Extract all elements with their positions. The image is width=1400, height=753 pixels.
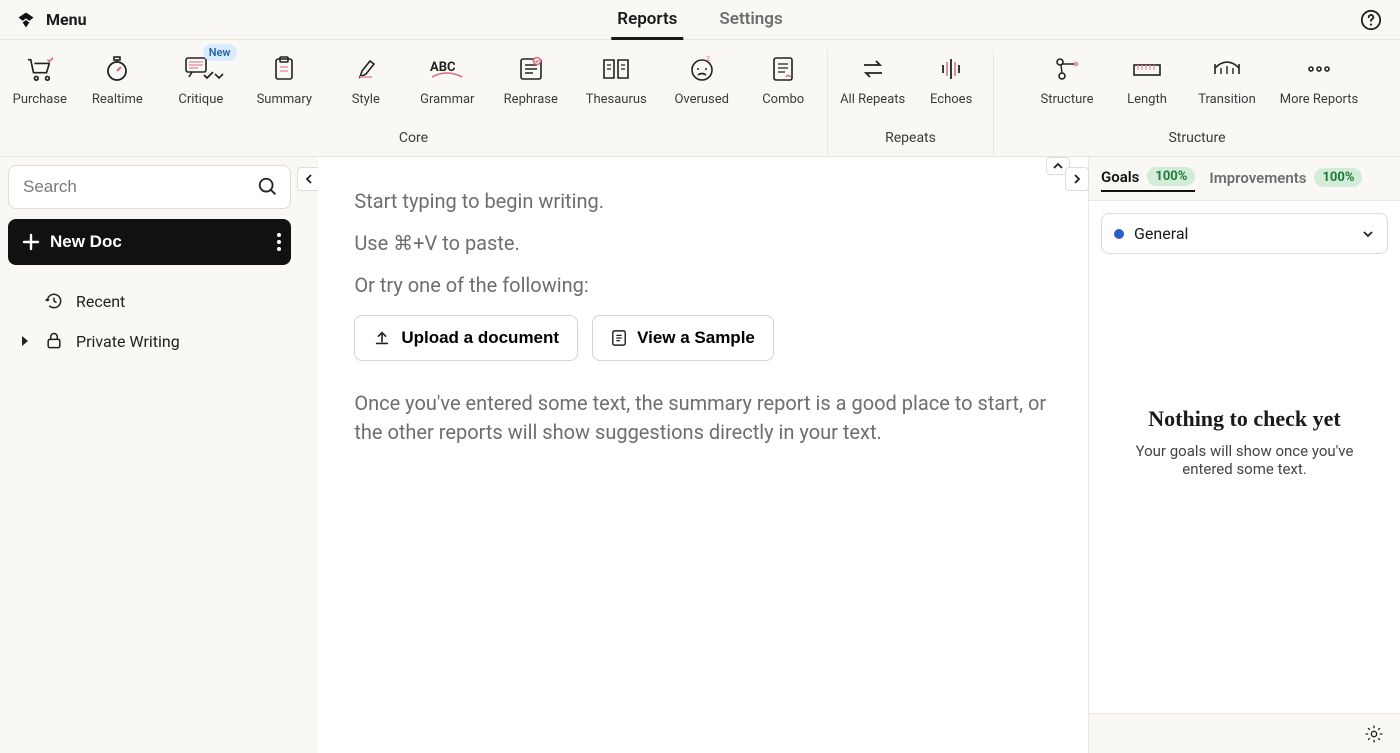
tool-label: Overused	[674, 92, 729, 107]
tool-overused[interactable]: z Overused	[660, 50, 743, 107]
new-doc-label: New Doc	[50, 232, 122, 252]
editor-placeholder-3: Or try one of the following:	[354, 273, 1052, 297]
group-label-repeats: Repeats	[828, 122, 994, 156]
clipboard-icon	[272, 52, 296, 86]
empty-subtitle: Your goals will show once you've entered…	[1113, 442, 1376, 478]
tool-combo[interactable]: Combo	[743, 50, 823, 107]
tool-label: More Reports	[1280, 92, 1358, 107]
tool-purchase[interactable]: Purchase	[4, 50, 76, 107]
tool-label: Rephrase	[504, 92, 558, 107]
rephrase-icon	[517, 52, 545, 86]
editor-placeholder-2: Use ⌘+V to paste.	[354, 231, 1052, 255]
tool-more-reports[interactable]: More Reports	[1269, 50, 1369, 107]
tool-rephrase[interactable]: Rephrase	[489, 50, 572, 107]
goals-percent: 100%	[1147, 167, 1195, 186]
tool-style[interactable]: Style	[326, 50, 406, 107]
soundwave-icon	[935, 52, 967, 86]
tool-label: Critique	[178, 92, 223, 107]
logo-icon	[16, 10, 36, 30]
book-icon	[600, 52, 632, 86]
ruler-icon	[1132, 52, 1162, 86]
tool-realtime[interactable]: Realtime	[76, 50, 159, 107]
more-vert-icon[interactable]	[277, 233, 281, 251]
combo-icon	[770, 52, 796, 86]
tired-face-icon: z	[688, 52, 716, 86]
new-doc-button[interactable]: New Doc	[8, 219, 291, 265]
tool-label: Realtime	[92, 92, 143, 107]
help-icon[interactable]	[1360, 9, 1382, 31]
upload-document-button[interactable]: Upload a document	[354, 315, 578, 361]
group-label-core: Core	[0, 122, 828, 156]
structure-icon	[1052, 52, 1082, 86]
tool-label: Purchase	[13, 92, 67, 107]
dot-icon	[1114, 229, 1124, 239]
chevron-down-icon	[1361, 227, 1375, 241]
more-icon	[1305, 52, 1333, 86]
tab-settings[interactable]: Settings	[713, 0, 788, 40]
editor-area[interactable]: Start typing to begin writing. Use ⌘+V t…	[318, 157, 1088, 753]
tool-transition[interactable]: Transition	[1185, 50, 1269, 107]
tool-label: Transition	[1198, 92, 1256, 107]
new-badge: New	[203, 44, 237, 61]
tool-label: Grammar	[420, 92, 474, 107]
view-sample-button[interactable]: View a Sample	[592, 315, 774, 361]
left-gutter	[299, 157, 318, 753]
tool-label: Structure	[1041, 92, 1094, 107]
bridge-icon	[1211, 52, 1243, 86]
tool-thesaurus[interactable]: Thesaurus	[573, 50, 660, 107]
menu-button[interactable]: Menu	[46, 10, 87, 29]
sidebar-item-private[interactable]: Private Writing	[8, 321, 291, 361]
repeat-icon	[858, 52, 888, 86]
improvements-percent: 100%	[1314, 168, 1362, 187]
tool-grammar[interactable]: ABC Grammar	[406, 50, 489, 107]
tool-label: All Repeats	[840, 92, 905, 107]
sidebar-item-recent[interactable]: Recent	[8, 281, 291, 321]
history-icon	[44, 291, 64, 311]
tool-label: Summary	[257, 92, 312, 107]
caret-right-icon	[18, 335, 32, 347]
tool-label: Echoes	[930, 92, 972, 107]
cart-icon	[25, 52, 55, 86]
search-input[interactable]	[8, 165, 291, 209]
sidebar: New Doc Recent	[0, 157, 299, 753]
chevron-down-icon	[213, 70, 225, 82]
upload-icon	[373, 329, 391, 347]
dropdown-label: General	[1134, 224, 1188, 243]
tab-reports[interactable]: Reports	[611, 0, 683, 40]
right-panel: Goals 100% Improvements 100% General	[1088, 157, 1400, 753]
pen-icon	[354, 52, 378, 86]
tool-length[interactable]: Length	[1109, 50, 1185, 107]
plus-icon	[22, 233, 40, 251]
tool-echoes[interactable]: Echoes	[913, 50, 989, 107]
tool-label: Length	[1127, 92, 1167, 107]
svg-text:z: z	[706, 55, 710, 63]
grammar-icon: ABC	[430, 52, 464, 86]
top-bar: Menu Reports Settings	[0, 0, 1400, 40]
tab-improvements[interactable]: Improvements 100%	[1209, 168, 1362, 191]
tool-label: Style	[352, 92, 380, 107]
tool-summary[interactable]: Summary	[243, 50, 326, 107]
tab-goals[interactable]: Goals 100%	[1101, 167, 1195, 192]
toolbar: Purchase Realtime New Critiqu	[0, 40, 1400, 157]
stopwatch-icon	[103, 52, 131, 86]
sidebar-item-label: Recent	[76, 292, 125, 311]
right-footer	[1089, 713, 1400, 753]
document-icon	[611, 329, 627, 347]
tool-critique[interactable]: New Critique	[159, 50, 242, 107]
tool-label: Combo	[762, 92, 804, 107]
search-icon[interactable]	[257, 176, 279, 198]
lock-icon	[44, 331, 64, 351]
tool-label: Thesaurus	[586, 92, 647, 107]
expand-right-button[interactable]	[1065, 167, 1089, 191]
editor-placeholder-1: Start typing to begin writing.	[354, 189, 1052, 213]
gear-icon[interactable]	[1364, 724, 1384, 744]
empty-title: Nothing to check yet	[1113, 406, 1376, 432]
editor-helper-text: Once you've entered some text, the summa…	[354, 389, 1052, 447]
group-label-structure: Structure	[994, 122, 1400, 156]
tool-all-repeats[interactable]: All Repeats	[832, 50, 913, 107]
tool-structure[interactable]: Structure	[1025, 50, 1109, 107]
goal-dropdown[interactable]: General	[1101, 213, 1388, 254]
sidebar-item-label: Private Writing	[76, 332, 180, 351]
